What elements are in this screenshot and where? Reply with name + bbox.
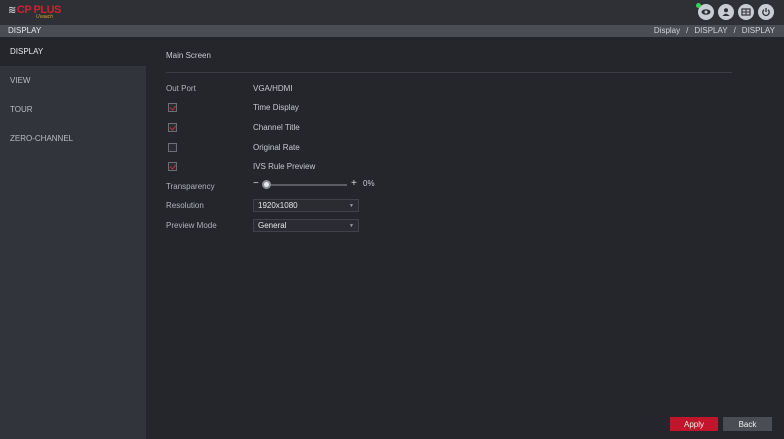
sidebar-item-display[interactable]: DISPLAY: [0, 37, 146, 66]
breadcrumb-item[interactable]: DISPLAY: [742, 26, 775, 35]
sidebar-item-tour[interactable]: TOUR: [0, 95, 146, 124]
ivs-rule-preview-checkbox[interactable]: [168, 162, 177, 171]
brand-subtitle: Uvaach: [36, 14, 53, 20]
sidebar-item-view[interactable]: VIEW: [0, 66, 146, 95]
main-panel: Main Screen Out Port VGA/HDMI Time Displ…: [146, 37, 784, 439]
transparency-label: Transparency: [166, 182, 215, 191]
preview-mode-label: Preview Mode: [166, 221, 217, 230]
original-rate-label: Original Rate: [253, 143, 300, 152]
slider-handle[interactable]: [262, 180, 271, 189]
top-bar: ≋CP PLUS Uvaach: [0, 0, 784, 25]
grid-icon[interactable]: [738, 4, 754, 20]
logo-mark: ≋: [8, 5, 16, 16]
slider-plus-button[interactable]: +: [351, 178, 357, 189]
breadcrumb-separator: /: [733, 26, 736, 35]
sidebar: DISPLAY VIEW TOUR ZERO-CHANNEL: [0, 37, 146, 439]
page-title: DISPLAY: [8, 26, 42, 35]
sidebar-item-zero-channel[interactable]: ZERO-CHANNEL: [0, 124, 146, 153]
transparency-value: 0%: [363, 179, 375, 188]
breadcrumb-item[interactable]: Display: [654, 26, 680, 35]
sidebar-item-label: VIEW: [10, 76, 31, 85]
time-display-label: Time Display: [253, 103, 299, 112]
channel-title-checkbox[interactable]: [168, 123, 177, 132]
transparency-slider: − + 0%: [253, 178, 383, 191]
slider-track[interactable]: [265, 184, 347, 186]
breadcrumb: Display / DISPLAY / DISPLAY: [651, 26, 778, 35]
chevron-down-icon: ▼: [349, 223, 354, 229]
title-bar: DISPLAY Display / DISPLAY / DISPLAY: [0, 25, 784, 37]
channel-title-label: Channel Title: [253, 123, 300, 132]
slider-minus-button[interactable]: −: [253, 178, 259, 189]
breadcrumb-item[interactable]: DISPLAY: [694, 26, 727, 35]
time-display-checkbox[interactable]: [168, 103, 177, 112]
eye-icon[interactable]: [696, 3, 714, 20]
sidebar-item-label: ZERO-CHANNEL: [10, 134, 74, 143]
sidebar-item-label: DISPLAY: [10, 47, 44, 56]
out-port-value: VGA/HDMI: [253, 84, 293, 93]
chevron-down-icon: ▼: [349, 203, 354, 209]
out-port-label: Out Port: [166, 84, 196, 93]
sidebar-item-label: TOUR: [10, 105, 33, 114]
section-title: Main Screen: [166, 51, 211, 60]
preview-mode-value: General: [258, 221, 287, 230]
resolution-label: Resolution: [166, 201, 204, 210]
user-icon[interactable]: [718, 4, 734, 20]
top-icons: [696, 3, 774, 20]
resolution-select[interactable]: 1920x1080 ▼: [253, 199, 359, 212]
resolution-value: 1920x1080: [258, 201, 298, 210]
status-dot: [696, 3, 701, 8]
apply-button[interactable]: Apply: [670, 417, 718, 431]
divider: [166, 72, 732, 73]
preview-mode-select[interactable]: General ▼: [253, 219, 359, 232]
ivs-rule-preview-label: IVS Rule Preview: [253, 162, 316, 171]
power-icon[interactable]: [758, 4, 774, 20]
original-rate-checkbox[interactable]: [168, 143, 177, 152]
breadcrumb-separator: /: [686, 26, 689, 35]
back-button[interactable]: Back: [723, 417, 772, 431]
